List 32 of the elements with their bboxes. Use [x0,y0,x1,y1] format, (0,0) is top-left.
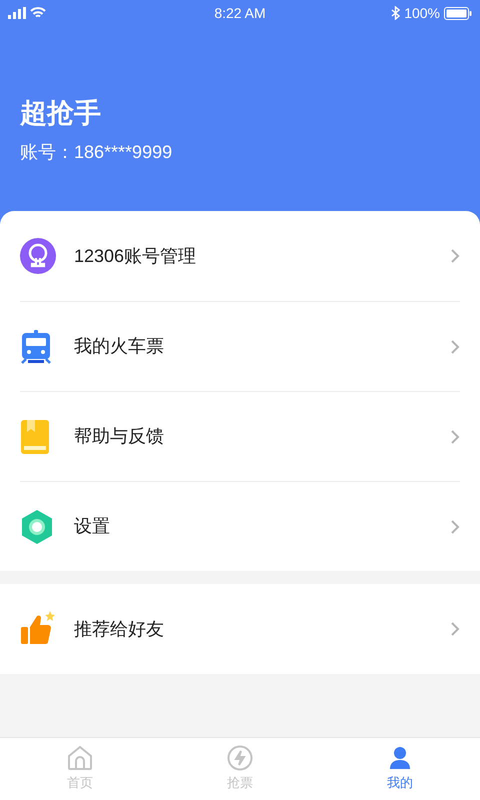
tab[interactable]: 我的 [360,745,440,793]
chevron-right-icon [450,621,460,637]
user-name: 超抢手 [20,97,102,130]
account-number: 账号：186****9999 [20,141,174,164]
menu-item[interactable]: 我的火车票 [20,301,460,391]
menu-item-label: 我的火车票 [74,335,165,358]
battery-icon [444,6,472,20]
chevron-right-icon [450,518,460,534]
menu-item[interactable]: 帮助与反馈 [20,391,460,481]
chevron-right-icon [450,248,460,264]
home-icon [67,745,93,772]
book-icon [20,418,50,454]
bluetooth-icon [391,6,400,20]
menu-item-label: 设置 [74,515,111,538]
lightning-icon [227,745,253,772]
menu-item-label: 12306账号管理 [74,244,198,268]
person-icon [387,745,413,772]
status-time: 8:22 AM [214,4,266,22]
menu-item-label: 推荐给好友 [74,618,165,640]
hexagon-icon [20,508,54,544]
menu-item[interactable]: 设置 [20,481,460,571]
thumbs-up-icon [20,611,56,647]
signal-icon [8,7,26,19]
menu-item-label: 帮助与反馈 [74,425,165,448]
wifi-icon [30,7,46,19]
chevron-right-icon [450,428,460,444]
menu-item[interactable]: 推荐给好友 [20,584,460,674]
menu-item[interactable]: 12306账号管理 [20,211,460,301]
chevron-right-icon [450,338,460,354]
train-icon [20,328,52,364]
battery-percent: 100% [404,4,440,22]
railway-logo-icon [20,238,56,274]
